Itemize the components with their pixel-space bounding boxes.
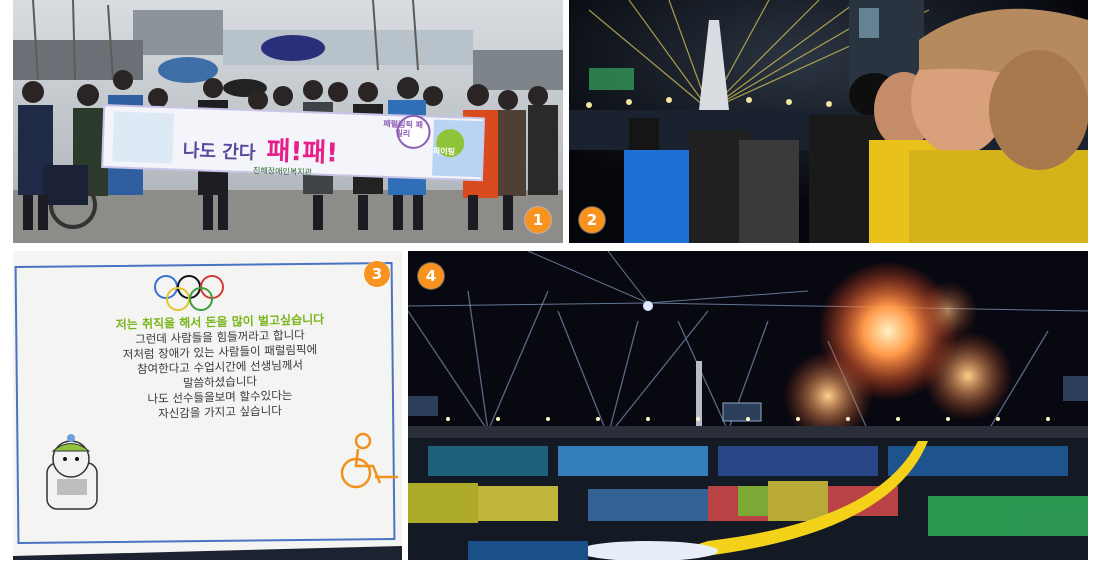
stadium-scene — [408, 251, 1088, 560]
group-photo-scene — [13, 0, 563, 243]
banner-main-text: 나도 간다 — [182, 140, 256, 164]
banner-highlight-text: 패!패! — [265, 136, 339, 169]
panel-number-badge-3: 3 — [364, 261, 390, 287]
photo-collage: 나도 간다 패!패! 패럴림픽 패밀리 파이팅 진해장애인복지관 1 2 저는 … — [0, 0, 1101, 562]
panel-number-badge-4: 4 — [418, 263, 444, 289]
banner-sticker-2: 파이팅 — [432, 146, 456, 157]
banner-text-group: 나도 간다 패!패! — [182, 127, 339, 169]
photo-spectators: 2 — [569, 0, 1088, 243]
photo-handwritten-letter: 저는 취직을 해서 돈을 많이 벌고싶습니다 그런데 사람들을 힘들꺼라고 합니… — [13, 251, 402, 560]
photo-group-banner: 나도 간다 패!패! 패럴림픽 패밀리 파이팅 진해장애인복지관 1 — [13, 0, 563, 243]
banner-sticker-1: 패럴림픽 패밀리 — [383, 119, 424, 139]
banner-org-name: 진해장애인복지관 — [252, 165, 313, 178]
panel-number-badge-1: 1 — [525, 207, 551, 233]
panel-number-badge-2: 2 — [579, 207, 605, 233]
spectators-scene — [569, 0, 1088, 243]
letter-text: 저는 취직을 해서 돈을 많이 벌고싶습니다 그런데 사람들을 힘들꺼라고 합니… — [75, 312, 365, 420]
photo-stadium-fireworks: 4 — [408, 251, 1088, 560]
